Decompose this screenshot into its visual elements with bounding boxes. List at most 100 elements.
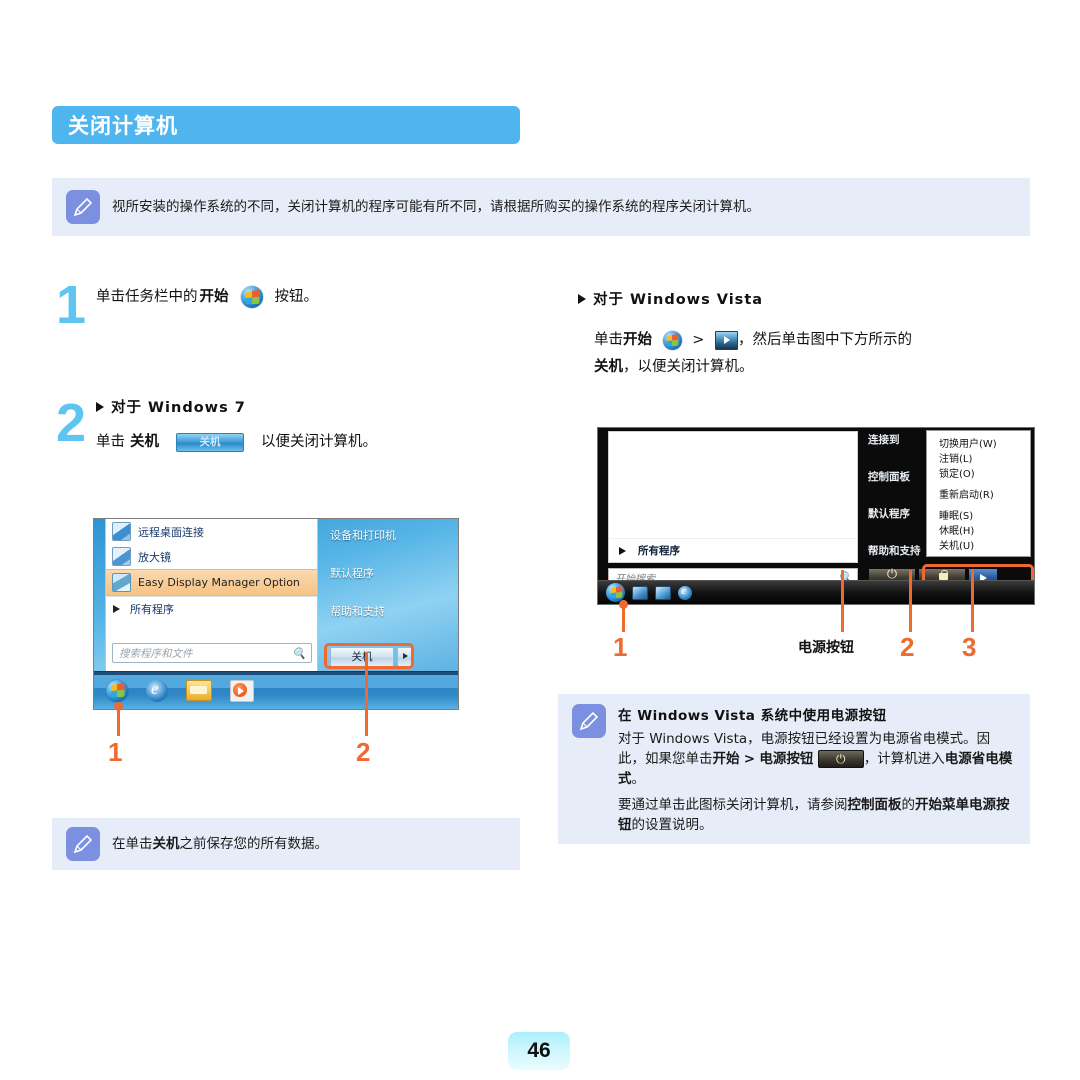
vista-all-programs[interactable]: 所有程序 bbox=[609, 538, 857, 562]
windows-start-orb-icon bbox=[662, 330, 682, 350]
note-right-paragraph-1: 对于 Windows Vista，电源按钮已经设置为电源省电模式。因此，如果您单… bbox=[618, 729, 1016, 789]
vista-line-bold: 开始 bbox=[623, 332, 652, 348]
step-1-text-before: 单击任务栏中的 bbox=[96, 289, 198, 305]
vista-context-item[interactable]: 锁定(O) bbox=[927, 465, 1030, 480]
shutdown-button-inline[interactable]: 关机 bbox=[176, 432, 244, 452]
win7-start-menu-panel: 远程桌面连接 放大镜 Easy Display Manager Option 所… bbox=[105, 519, 318, 672]
step-2-body: 对于 Windows 7 单击 关机 关机 以便关闭计算机。 bbox=[96, 396, 377, 455]
triangle-bullet-icon bbox=[96, 401, 104, 412]
nrb-p2a: 要通过单击此图标关闭计算机，请参阅 bbox=[618, 797, 848, 813]
vista-context-item-shutdown[interactable]: 关机(U) bbox=[927, 537, 1030, 552]
remote-desktop-icon bbox=[112, 522, 131, 541]
vista-instruction-line: 单击开始 > ，然后单击图中下方所示的 关机，以便关闭计算机。 bbox=[594, 327, 1034, 381]
vista-context-item[interactable]: 切换用户(W) bbox=[927, 435, 1030, 450]
page-title: 关闭计算机 bbox=[68, 114, 178, 138]
pencil-note-icon bbox=[572, 704, 606, 738]
nlb-a: 在单击 bbox=[112, 836, 153, 852]
win7-search-row: 搜索程序和文件 🔍 bbox=[112, 643, 312, 663]
step-1: 1 单击任务栏中的 开始 按钮。 bbox=[56, 278, 526, 348]
note-left-bottom-text: 在单击关机之前保存您的所有数据。 bbox=[112, 834, 506, 854]
chevron-right-icon bbox=[619, 546, 626, 555]
internet-explorer-icon[interactable] bbox=[146, 679, 168, 702]
switch-window-icon[interactable] bbox=[655, 585, 671, 600]
step-2-text-before: 单击 bbox=[96, 434, 125, 450]
win7-menu-item-highlighted[interactable]: Easy Display Manager Option bbox=[106, 569, 317, 596]
nrb-p1b2: 电源按钮 bbox=[759, 751, 814, 767]
step-2-text-after: 以便关闭计算机。 bbox=[261, 434, 377, 450]
vista-context-item[interactable]: 休眠(H) bbox=[927, 522, 1030, 537]
show-desktop-icon[interactable] bbox=[632, 585, 648, 600]
page-number: 46 bbox=[508, 1032, 570, 1070]
win7-search-input[interactable]: 搜索程序和文件 🔍 bbox=[112, 643, 312, 663]
vista-heading: 对于 Windows Vista bbox=[593, 292, 764, 308]
vista-callout-number-3: 3 bbox=[962, 632, 977, 662]
internet-explorer-icon[interactable] bbox=[678, 583, 692, 600]
windows7-start-menu-figure: 远程桌面连接 放大镜 Easy Display Manager Option 所… bbox=[93, 518, 459, 710]
vista-callout-line-3 bbox=[971, 570, 974, 632]
win7-callout-number-2: 2 bbox=[356, 737, 371, 767]
nrb-p1c: 。 bbox=[631, 771, 646, 787]
win7-right-link[interactable]: 帮助和支持 bbox=[330, 603, 448, 619]
search-icon: 🔍 bbox=[292, 647, 306, 660]
easy-display-manager-icon bbox=[112, 573, 131, 592]
nrb-p2b: 的设置说明。 bbox=[631, 817, 713, 833]
nrb-p1b: ，计算机进入 bbox=[863, 751, 945, 767]
win7-menu-item-label: 放大镜 bbox=[138, 550, 171, 564]
win7-search-placeholder: 搜索程序和文件 bbox=[119, 647, 193, 660]
nrb-p2b1: 控制面板 bbox=[847, 797, 902, 813]
note-left-bottom-body: 在单击关机之前保存您的所有数据。 bbox=[112, 834, 520, 854]
page-title-bar: 关闭计算机 bbox=[52, 106, 520, 144]
media-player-icon[interactable] bbox=[230, 679, 254, 702]
step-2-line: 单击 关机 关机 以便关闭计算机。 bbox=[96, 429, 377, 455]
note-box-left-bottom: 在单击关机之前保存您的所有数据。 bbox=[52, 818, 520, 870]
step-2: 2 对于 Windows 7 单击 关机 关机 以便关闭计算机。 bbox=[56, 396, 526, 486]
win7-menu-item[interactable]: 远程桌面连接 bbox=[106, 519, 317, 544]
step-1-body: 单击任务栏中的 开始 按钮。 bbox=[96, 284, 318, 310]
vista-line-c: ，然后单击图中下方所示的 bbox=[737, 332, 912, 348]
note-box-right-bottom: 在 Windows Vista 系统中使用电源按钮 对于 Windows Vis… bbox=[558, 694, 1030, 844]
nlb-b: 之前保存您的所有数据。 bbox=[179, 836, 329, 852]
magnifier-icon bbox=[112, 547, 131, 566]
nlb-bold: 关机 bbox=[152, 836, 180, 852]
win7-callout-number-1: 1 bbox=[108, 737, 123, 767]
win7-right-link[interactable]: 默认程序 bbox=[330, 565, 448, 581]
vista-context-item[interactable]: 注销(L) bbox=[927, 450, 1030, 465]
power-button-icon bbox=[817, 749, 864, 769]
note-right-heading: 在 Windows Vista 系统中使用电源按钮 bbox=[618, 708, 887, 724]
vista-context-menu: 切换用户(W) 注销(L) 锁定(O) 重新启动(R) 睡眠(S) 休眠(H) … bbox=[926, 430, 1031, 557]
vista-callout-line-power bbox=[841, 570, 844, 632]
note-top-text: 视所安装的操作系统的不同，关闭计算机的程序可能有所不同，请根据所购买的操作系统的… bbox=[112, 199, 760, 215]
nrb-p1mid: > bbox=[743, 751, 756, 767]
vista-gt: > bbox=[692, 332, 705, 348]
file-explorer-icon[interactable] bbox=[186, 680, 212, 701]
arrow-button-icon bbox=[714, 330, 738, 350]
win7-all-programs[interactable]: 所有程序 bbox=[106, 596, 317, 621]
vista-start-menu-figure: 所有程序 连接到 控制面板 默认程序 帮助和支持 开始搜索 🔍 切换用户(W) … bbox=[597, 427, 1035, 605]
step-2-bold: 关机 bbox=[130, 434, 159, 450]
win7-callout-line-2 bbox=[365, 652, 368, 736]
note-right-bottom-body: 在 Windows Vista 系统中使用电源按钮 对于 Windows Vis… bbox=[618, 694, 1030, 847]
windows-start-orb-icon[interactable] bbox=[106, 679, 128, 702]
vista-heading-row: 对于 Windows Vista bbox=[578, 288, 1034, 309]
vista-taskbar bbox=[598, 580, 1034, 604]
win7-menu-item[interactable]: 放大镜 bbox=[106, 544, 317, 569]
manual-page: 关闭计算机 视所安装的操作系统的不同，关闭计算机的程序可能有所不同，请根据所购买… bbox=[0, 0, 1080, 1080]
vista-callout-number-2: 2 bbox=[900, 632, 915, 662]
vista-context-item[interactable]: 重新启动(R) bbox=[927, 486, 1030, 501]
vista-line-a: 单击 bbox=[594, 332, 623, 348]
vista-left-panel: 所有程序 bbox=[608, 431, 858, 563]
windows-start-orb-icon bbox=[240, 286, 263, 308]
step-2-heading: 对于 Windows 7 bbox=[111, 400, 246, 416]
vista-callout-line-2 bbox=[909, 570, 912, 632]
vista-instruction-block: 对于 Windows Vista 单击开始 > ，然后单击图中下方所示的 关机，… bbox=[578, 288, 1034, 381]
win7-taskbar bbox=[94, 671, 458, 709]
win7-menu-item-label: 远程桌面连接 bbox=[138, 525, 204, 539]
pencil-note-icon bbox=[66, 190, 100, 224]
win7-right-link[interactable]: 设备和打印机 bbox=[330, 527, 448, 543]
nrb-p2mid: 的 bbox=[901, 797, 916, 813]
chevron-right-icon bbox=[113, 605, 120, 613]
note-box-top: 视所安装的操作系统的不同，关闭计算机的程序可能有所不同，请根据所购买的操作系统的… bbox=[52, 178, 1030, 236]
vista-context-item[interactable]: 睡眠(S) bbox=[927, 507, 1030, 522]
step-1-bold: 开始 bbox=[199, 289, 229, 305]
win7-menu-item-label: Easy Display Manager Option bbox=[138, 576, 300, 589]
